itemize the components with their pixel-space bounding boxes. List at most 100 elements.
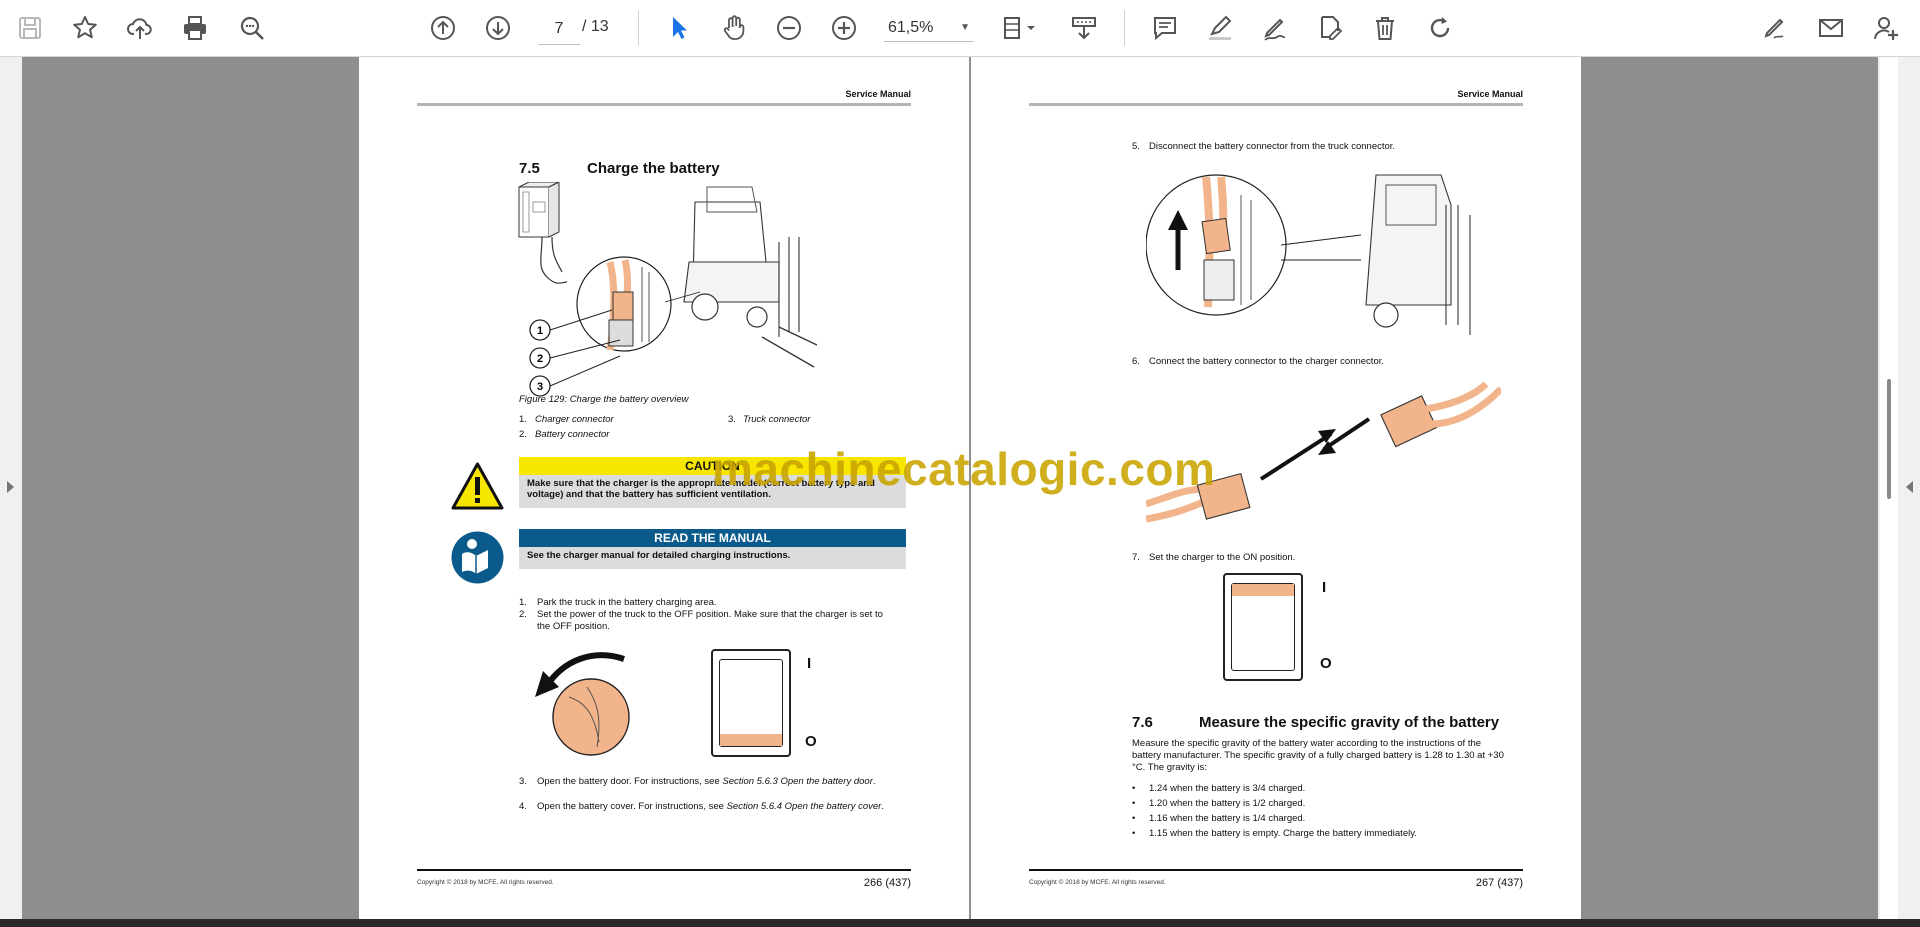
bullet-icon: • [1132, 783, 1136, 794]
chevron-down-icon: ▼ [960, 22, 970, 33]
bullet-text: 1.24 when the battery is 3/4 charged. [1149, 783, 1306, 794]
cloud-upload-icon[interactable] [122, 10, 158, 46]
switch-on-indicator [1232, 584, 1294, 596]
toolbar: / 13 61,5% ▼ [0, 0, 1920, 57]
expand-right-panel-icon[interactable] [1906, 481, 1913, 493]
page-up-icon[interactable] [425, 10, 461, 46]
legend-item: Charger connector [535, 414, 614, 425]
page-number-input[interactable] [538, 14, 580, 45]
copyright: Copyright © 2018 by MCFE. All rights res… [1029, 879, 1166, 886]
step-number: 1. [519, 597, 527, 608]
legend-number: 3. [728, 414, 736, 425]
switch-on-label: I [1322, 579, 1327, 596]
switch-on-label: I [807, 655, 812, 672]
bullet-text: 1.16 when the battery is 1/4 charged. [1149, 813, 1306, 824]
section-title: Measure the specific gravity of the batt… [1199, 714, 1500, 731]
watermark-text: machinecatalogic.com [712, 443, 1216, 495]
vertical-scrollbar[interactable] [1880, 57, 1898, 919]
zoom-out-icon[interactable] [771, 10, 807, 46]
power-knob-off-figure [535, 652, 630, 756]
step-text: Disconnect the battery connector from th… [1149, 141, 1396, 152]
header-rule [1029, 103, 1523, 106]
charge-battery-overview-figure: 1 2 3 [518, 182, 817, 397]
download-icon[interactable] [1066, 10, 1102, 46]
warning-triangle-icon [451, 462, 504, 510]
step-number: 6. [1132, 356, 1140, 367]
page-number: 266 (437) [863, 877, 911, 889]
read-manual-text: See the charger manual for detailed char… [519, 547, 906, 569]
bookmark-star-icon[interactable] [67, 10, 103, 46]
page-number: 267 (437) [1475, 877, 1523, 889]
step-number: 4. [519, 801, 527, 812]
switch-off-indicator [720, 734, 782, 746]
section-number: 7.6 [1132, 714, 1153, 731]
callout-2: 2 [537, 353, 543, 365]
step-number: 3. [519, 776, 527, 787]
step-number: 5. [1132, 141, 1140, 152]
scrollbar-thumb[interactable] [1887, 379, 1891, 499]
footer-rule [417, 869, 911, 871]
email-icon[interactable] [1813, 10, 1849, 46]
section-reference-link[interactable]: Section 5.6.3 Open the battery door [722, 776, 873, 787]
legend-item: Truck connector [743, 414, 811, 425]
select-cursor-icon[interactable] [661, 10, 697, 46]
stamp-icon[interactable] [1312, 10, 1348, 46]
intro-paragraph: Measure the specific gravity of the batt… [1132, 738, 1504, 773]
switch-off-label: O [1320, 655, 1332, 672]
toolbar-divider [638, 10, 639, 46]
legend-number: 2. [519, 429, 527, 440]
step-text: Connect the battery connector to the cha… [1149, 356, 1385, 367]
step-text: Open the battery cover. For instructions… [537, 801, 884, 812]
page-header: Service Manual [845, 89, 911, 99]
disconnect-connector-figure [1146, 174, 1471, 335]
bullet-text: 1.15 when the battery is empty. Charge t… [1149, 828, 1417, 839]
step-text: Set the charger to the ON position. [1149, 552, 1296, 563]
zoom-level-dropdown[interactable]: 61,5% ▼ [884, 14, 974, 42]
step-number: 7. [1132, 552, 1140, 563]
step-text: Set the power of the truck to the OFF po… [537, 609, 883, 632]
legend-number: 1. [519, 414, 527, 425]
page-total: / 13 [582, 18, 609, 35]
bullet-icon: • [1132, 798, 1136, 809]
rotate-icon[interactable] [1422, 10, 1458, 46]
section-title: Charge the battery [587, 160, 720, 177]
zoom-level-value: 61,5% [888, 18, 934, 36]
delete-icon[interactable] [1367, 10, 1403, 46]
legend-item: Battery connector [535, 429, 610, 440]
callout-3: 3 [537, 381, 543, 393]
copyright: Copyright © 2018 by MCFE. All rights res… [417, 879, 554, 886]
toolbar-divider [1124, 10, 1125, 46]
read-manual-title: READ THE MANUAL [519, 529, 906, 547]
step-number: 2. [519, 609, 527, 620]
comment-icon[interactable] [1147, 10, 1183, 46]
figure-caption: Figure 129: Charge the battery overview [519, 394, 689, 405]
expand-left-panel-icon[interactable] [7, 481, 14, 493]
read-manual-icon [451, 531, 504, 584]
section-number: 7.5 [519, 160, 540, 177]
switch-off-label: O [805, 733, 817, 750]
footer-rule [1029, 869, 1523, 871]
page-fit-icon[interactable] [996, 10, 1042, 46]
zoom-search-icon[interactable] [234, 10, 270, 46]
charger-switch-on [1223, 573, 1303, 681]
bullet-icon: • [1132, 813, 1136, 824]
step-text: Park the truck in the battery charging a… [537, 597, 717, 608]
bullet-icon: • [1132, 828, 1136, 839]
add-user-icon[interactable] [1868, 10, 1904, 46]
highlight-icon[interactable] [1202, 10, 1238, 46]
print-icon[interactable] [177, 10, 213, 46]
charger-switch-off [711, 649, 791, 757]
draw-icon[interactable] [1257, 10, 1293, 46]
save-icon[interactable] [12, 10, 48, 46]
header-rule [417, 103, 911, 106]
callout-1: 1 [537, 325, 543, 337]
edit-sign-icon[interactable] [1758, 10, 1794, 46]
bullet-text: 1.20 when the battery is 1/2 charged. [1149, 798, 1306, 809]
hand-tool-icon[interactable] [716, 10, 752, 46]
page-header: Service Manual [1457, 89, 1523, 99]
taskbar-edge [0, 919, 1920, 927]
zoom-in-icon[interactable] [826, 10, 862, 46]
section-reference-link[interactable]: Section 5.6.4 Open the battery cover [727, 801, 882, 812]
page-down-icon[interactable] [480, 10, 516, 46]
step-text: Open the battery door. For instructions,… [537, 776, 876, 787]
